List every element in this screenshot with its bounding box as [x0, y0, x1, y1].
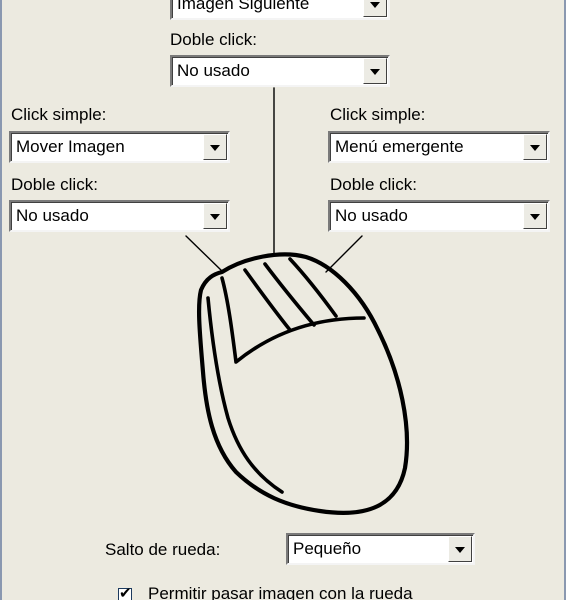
- mouse-illustration-icon: [185, 87, 410, 515]
- chevron-down-icon: [530, 145, 540, 151]
- right-single-click-dropdown-button[interactable]: [523, 134, 547, 160]
- mouse-button-divider: [220, 276, 366, 364]
- wheel-step-value: Pequeño: [293, 539, 362, 558]
- left-double-click-select[interactable]: No usado: [9, 200, 230, 232]
- right-single-click-label: Click simple:: [330, 105, 426, 124]
- wheel-step-select[interactable]: Pequeño: [286, 533, 475, 565]
- middle-single-click-dropdown-button[interactable]: [363, 0, 387, 17]
- chevron-down-icon: [455, 547, 465, 553]
- mouse-left-rim: [206, 296, 284, 494]
- chevron-down-icon: [210, 214, 220, 220]
- mouse-body-outline: [197, 252, 410, 515]
- wheel-scroll-checkbox-label[interactable]: Permitir pasar imagen con la rueda: [148, 584, 413, 600]
- left-connector-line: [185, 235, 224, 273]
- right-double-click-value: No usado: [335, 206, 408, 225]
- chevron-down-icon: [370, 69, 380, 75]
- middle-double-click-label: Doble click:: [170, 30, 257, 49]
- left-double-click-label: Doble click:: [11, 175, 98, 194]
- middle-single-click-value: Imagen Siguiente: [177, 0, 310, 13]
- left-single-click-label: Click simple:: [11, 105, 107, 124]
- right-single-click-select[interactable]: Menú emergente: [328, 131, 550, 163]
- left-single-click-select[interactable]: Mover Imagen: [9, 131, 230, 163]
- right-single-click-value: Menú emergente: [335, 137, 464, 156]
- left-double-click-value: No usado: [16, 206, 89, 225]
- mouse-wheel-right-line: [263, 262, 316, 327]
- mouse-wheel-left-line: [243, 268, 292, 332]
- left-single-click-dropdown-button[interactable]: [203, 134, 227, 160]
- chevron-down-icon: [530, 214, 540, 220]
- chevron-down-icon: [210, 145, 220, 151]
- right-double-click-select[interactable]: No usado: [328, 200, 550, 232]
- middle-double-click-value: No usado: [177, 61, 250, 80]
- left-single-click-value: Mover Imagen: [16, 137, 125, 156]
- right-double-click-dropdown-button[interactable]: [523, 203, 547, 229]
- wheel-step-label: Salto de rueda:: [105, 540, 221, 559]
- middle-double-click-select[interactable]: No usado: [170, 55, 390, 87]
- right-double-click-label: Doble click:: [330, 175, 417, 194]
- wheel-step-dropdown-button[interactable]: [448, 536, 472, 562]
- left-double-click-dropdown-button[interactable]: [203, 203, 227, 229]
- checkmark-icon: ✔: [119, 585, 132, 600]
- middle-double-click-dropdown-button[interactable]: [363, 58, 387, 84]
- chevron-down-icon: [370, 2, 380, 8]
- middle-single-click-select[interactable]: Imagen Siguiente: [170, 0, 390, 20]
- wheel-scroll-checkbox[interactable]: ✔: [118, 585, 132, 600]
- right-connector-line: [325, 235, 363, 273]
